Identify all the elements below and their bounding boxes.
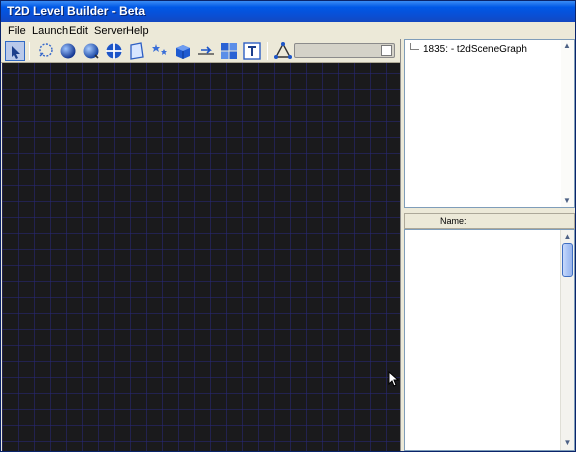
tree-node-id: 1835: — [423, 44, 449, 55]
title-bar[interactable]: T2D Level Builder - Beta — [1, 1, 575, 22]
toolbar-separator — [29, 42, 30, 60]
tree-node-label: - t2dSceneGraph — [450, 44, 527, 55]
tree-connector — [410, 43, 419, 50]
scene-canvas[interactable] — [2, 63, 400, 451]
menu-edit[interactable]: Edit — [69, 25, 88, 37]
app-window: T2D Level Builder - Beta File Launch Edi… — [0, 0, 576, 452]
blue-globe-icon[interactable] — [81, 41, 101, 61]
text-object-icon[interactable] — [242, 41, 262, 61]
crosshair-globe-icon[interactable] — [104, 41, 124, 61]
menu-file[interactable]: File — [8, 25, 26, 37]
scroll-up-arrow-icon[interactable]: ▲ — [561, 230, 574, 243]
menu-bar: File Launch Edit Server Help — [1, 22, 575, 40]
properties-panel: ▲ ▼ — [404, 229, 575, 451]
triangle-polygon-icon[interactable] — [273, 41, 293, 61]
name-column-header[interactable]: Name: — [440, 216, 467, 226]
menu-launch[interactable]: Launch — [32, 25, 68, 37]
tree-node-scenegraph[interactable]: 1835: - t2dSceneGraph — [410, 43, 527, 55]
toolbar-field[interactable] — [294, 43, 395, 58]
path-arrow-icon[interactable] — [196, 41, 216, 61]
select-arrow-icon[interactable] — [5, 41, 25, 61]
scroll-down-arrow-icon[interactable]: ▼ — [561, 436, 574, 449]
scroll-up-arrow-icon[interactable]: ▲ — [563, 41, 571, 50]
window-title: T2D Level Builder - Beta — [7, 4, 146, 18]
scroll-down-arrow-icon[interactable]: ▼ — [563, 196, 571, 205]
mouse-cursor-icon — [388, 371, 400, 387]
blue-sphere-icon[interactable] — [58, 41, 78, 61]
scroll-thumb[interactable] — [562, 243, 573, 277]
stars-particle-icon[interactable] — [150, 41, 170, 61]
toolbar-field-knob[interactable] — [381, 45, 392, 56]
tile-grid-icon[interactable] — [219, 41, 239, 61]
properties-header: Name: — [404, 213, 575, 229]
lasso-select-icon[interactable] — [35, 41, 55, 61]
menu-server[interactable]: Server — [94, 25, 126, 37]
blue-cube-icon[interactable] — [173, 41, 193, 61]
quad-panel-icon[interactable] — [127, 41, 147, 61]
menu-help[interactable]: Help — [126, 25, 149, 37]
tree-scrollbar[interactable]: ▲ ▼ — [561, 40, 574, 207]
scene-tree-panel: 1835: - t2dSceneGraph ▲ ▼ — [404, 39, 575, 208]
properties-scrollbar[interactable]: ▲ ▼ — [560, 230, 574, 450]
toolbar-separator — [267, 42, 268, 60]
